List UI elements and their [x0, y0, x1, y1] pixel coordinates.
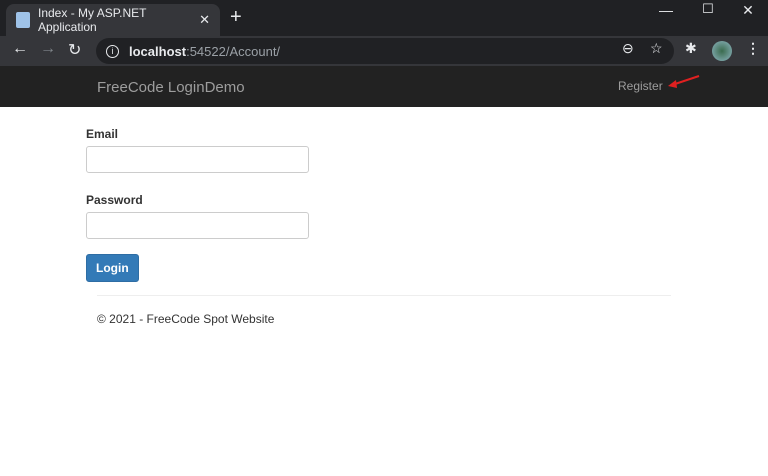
maximize-icon[interactable]: ☐ — [688, 0, 728, 18]
forward-icon[interactable]: → — [40, 40, 56, 58]
minimize-icon[interactable]: — — [646, 0, 686, 20]
footer-text: © 2021 - FreeCode Spot Website — [97, 312, 275, 326]
address-bar[interactable]: i localhost :54522/Account/ — [96, 38, 674, 64]
extensions-icon[interactable]: ✱ — [685, 40, 697, 57]
browser-toolbar: ← → ↻ i localhost :54522/Account/ ⊖ ☆ ✱ … — [0, 36, 768, 66]
close-tab-icon[interactable]: ✕ — [199, 12, 210, 28]
tab-strip: Index - My ASP.NET Application ✕ + — ☐ ✕ — [0, 0, 768, 36]
bookmark-star-icon[interactable]: ☆ — [650, 40, 663, 57]
close-window-icon[interactable]: ✕ — [728, 0, 768, 20]
email-label: Email — [86, 127, 119, 141]
annotation-arrow-icon — [668, 75, 700, 88]
reload-icon[interactable]: ↻ — [68, 40, 81, 60]
footer-divider — [97, 295, 671, 296]
url-path: :54522/Account/ — [186, 43, 281, 59]
profile-avatar[interactable] — [712, 41, 732, 61]
browser-tab[interactable]: Index - My ASP.NET Application ✕ — [6, 4, 220, 36]
back-icon[interactable]: ← — [12, 40, 28, 58]
page-icon — [16, 12, 30, 28]
new-tab-icon[interactable]: + — [230, 6, 242, 29]
info-icon[interactable]: i — [106, 44, 119, 58]
site-navbar: FreeCode LoginDemo Register — [0, 66, 768, 107]
password-label: Password — [86, 193, 143, 207]
login-form: Email Password Login — [86, 127, 309, 282]
brand-link[interactable]: FreeCode LoginDemo — [97, 79, 245, 96]
register-link[interactable]: Register — [618, 79, 663, 93]
password-field[interactable] — [86, 212, 309, 239]
menu-icon[interactable]: ⋮ — [746, 40, 760, 57]
zoom-icon[interactable]: ⊖ — [622, 40, 634, 57]
url-host: localhost — [129, 43, 187, 59]
email-field[interactable] — [86, 146, 309, 173]
tab-title: Index - My ASP.NET Application — [38, 6, 147, 34]
login-button[interactable]: Login — [86, 254, 139, 282]
